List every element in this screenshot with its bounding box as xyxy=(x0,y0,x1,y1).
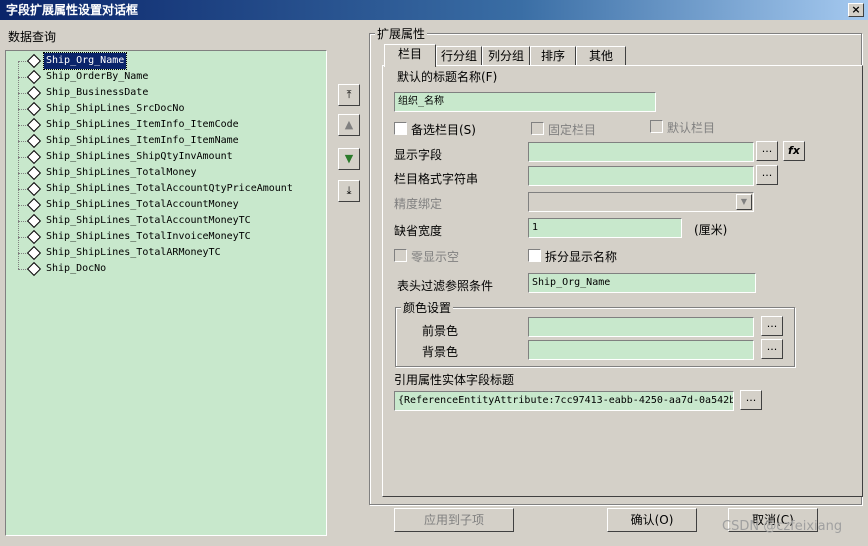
format-string-input[interactable] xyxy=(528,166,754,186)
tab-other[interactable]: 其他 xyxy=(576,46,626,66)
foreground-color-picker-button[interactable]: ... xyxy=(761,316,783,336)
chevron-down-icon[interactable]: ▼ xyxy=(736,194,752,210)
tab-label: 排序 xyxy=(540,49,565,63)
zero-empty-checkbox[interactable] xyxy=(394,249,407,262)
move-up-button[interactable]: ▲ xyxy=(338,114,360,136)
field-node-icon xyxy=(26,149,42,165)
tree-item-label: Ship_Org_Name xyxy=(42,52,128,70)
default-title-label: 默认的标题名称(F) xyxy=(397,70,498,84)
field-tree[interactable]: Ship_Org_Name Ship_OrderBy_Name Ship_Busin… xyxy=(5,50,327,536)
formula-fx-button[interactable]: fx xyxy=(783,141,805,161)
move-top-icon: ⤒ xyxy=(346,88,352,101)
field-node-icon xyxy=(26,213,42,229)
tab-columns[interactable]: 栏目 xyxy=(384,44,436,67)
window-title: 字段扩展属性设置对话框 xyxy=(6,3,139,17)
tree-item-label: Ship_ShipLines_ItemInfo_ItemName xyxy=(46,135,239,146)
fixed-column-label: 固定栏目 xyxy=(548,123,597,137)
fixed-column-checkbox[interactable] xyxy=(531,122,544,135)
tab-sort[interactable]: 排序 xyxy=(530,46,576,66)
tree-item-label: Ship_ShipLines_TotalAccountMoneyTC xyxy=(46,215,251,226)
default-title-input[interactable]: 组织_名称 xyxy=(394,92,656,112)
tree-item-label: Ship_ShipLines_ShipQtyInvAmount xyxy=(46,151,233,162)
field-node-icon xyxy=(26,101,42,117)
default-column-checkbox[interactable] xyxy=(650,120,663,133)
close-button[interactable]: × xyxy=(848,3,864,17)
ref-entity-browse-button[interactable]: ... xyxy=(740,390,762,410)
tree-item-label: Ship_ShipLines_TotalMoney xyxy=(46,167,197,178)
apply-to-children-button[interactable]: 应用到子项 xyxy=(394,508,514,532)
color-settings-title: 颜色设置 xyxy=(401,299,454,316)
default-width-label: 缺省宽度 xyxy=(394,224,443,238)
optional-column-checkbox[interactable] xyxy=(394,122,407,135)
format-string-browse-button[interactable]: ... xyxy=(756,165,778,185)
field-node-icon xyxy=(26,117,42,133)
title-bar: 字段扩展属性设置对话框 × xyxy=(0,0,868,20)
field-node-icon xyxy=(26,261,42,277)
field-node-icon xyxy=(26,245,42,261)
tab-column-group[interactable]: 列分组 xyxy=(482,46,530,66)
tab-row-group[interactable]: 行分组 xyxy=(436,46,482,66)
field-node-icon xyxy=(26,197,42,213)
background-color-picker-button[interactable]: ... xyxy=(761,339,783,359)
format-string-label: 栏目格式字符串 xyxy=(394,172,479,186)
display-field-input[interactable] xyxy=(528,142,754,162)
tab-label: 行分组 xyxy=(440,49,477,63)
tab-label: 其他 xyxy=(588,49,613,63)
default-width-input[interactable]: 1 xyxy=(528,218,682,238)
foreground-color-label: 前景色 xyxy=(422,324,459,338)
tree-item-label: Ship_ShipLines_TotalAccountMoney xyxy=(46,199,239,210)
tree-item-label: Ship_ShipLines_TotalARMoneyTC xyxy=(46,247,221,258)
tree-item-label: Ship_DocNo xyxy=(46,263,107,274)
field-node-icon xyxy=(26,133,42,149)
tab-label: 列分组 xyxy=(487,49,524,63)
zero-empty-label: 零显示空 xyxy=(411,250,460,264)
move-top-button[interactable]: ⤒ xyxy=(338,84,360,106)
background-color-label: 背景色 xyxy=(422,345,459,359)
display-field-browse-button[interactable]: ... xyxy=(756,141,778,161)
field-node-icon xyxy=(26,181,42,197)
foreground-color-input[interactable] xyxy=(528,317,754,337)
move-down-button[interactable]: ▼ xyxy=(338,148,360,170)
tree-item-label: Ship_BusinessDate xyxy=(46,87,149,98)
background-color-input[interactable] xyxy=(528,340,754,360)
ref-entity-title-input[interactable]: {ReferenceEntityAttribute:7cc97413-eabb-… xyxy=(394,391,734,411)
tree-item-label: Ship_ShipLines_TotalAccountQtyPriceAmoun… xyxy=(46,183,293,194)
arrow-down-icon: ▼ xyxy=(344,152,354,165)
ref-entity-title-label: 引用属性实体字段标题 xyxy=(394,373,515,387)
default-column-label: 默认栏目 xyxy=(667,121,716,135)
width-unit-label: (厘米) xyxy=(694,223,728,237)
tree-item-label: Ship_ShipLines_TotalInvoiceMoneyTC xyxy=(46,231,251,242)
tree-item-label: Ship_ShipLines_SrcDocNo xyxy=(46,103,185,114)
split-name-checkbox[interactable] xyxy=(528,249,541,262)
extended-properties-title: 扩展属性 xyxy=(375,25,428,42)
tree-item-label: Ship_ShipLines_ItemInfo_ItemCode xyxy=(46,119,239,130)
header-filter-label: 表头过滤参照条件 xyxy=(397,279,494,293)
field-node-icon xyxy=(26,69,42,85)
header-filter-input[interactable]: Ship_Org_Name xyxy=(528,273,756,293)
precision-binding-label: 精度绑定 xyxy=(394,197,443,211)
move-bottom-button[interactable]: ⤓ xyxy=(338,180,360,202)
move-bottom-icon: ⤓ xyxy=(346,184,352,197)
display-field-label: 显示字段 xyxy=(394,148,443,162)
tab-label: 栏目 xyxy=(397,47,422,61)
close-icon: × xyxy=(851,3,861,16)
field-node-icon xyxy=(26,53,42,69)
field-node-icon xyxy=(26,229,42,245)
arrow-up-icon: ▲ xyxy=(344,118,354,131)
ok-button[interactable]: 确认(O) xyxy=(607,508,697,532)
optional-column-label: 备选栏目(S) xyxy=(411,123,476,137)
field-node-icon xyxy=(26,85,42,101)
tree-item-label: Ship_OrderBy_Name xyxy=(46,71,149,82)
field-node-icon xyxy=(26,165,42,181)
data-query-heading: 数据查询 xyxy=(8,30,57,44)
watermark: CSDN @czfeixiang xyxy=(722,519,843,534)
precision-binding-select[interactable] xyxy=(528,192,754,212)
split-name-label: 拆分显示名称 xyxy=(545,250,618,264)
